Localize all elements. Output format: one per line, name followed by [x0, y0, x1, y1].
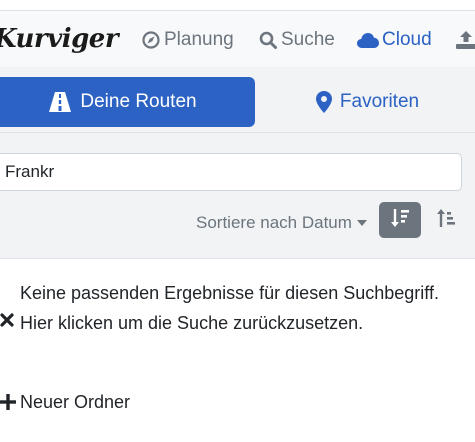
nav-planning-label: Planung — [164, 29, 234, 50]
empty-results-text: Keine passenden Ergebnisse für diesen Su… — [20, 283, 439, 333]
nav-planning[interactable]: Planung — [142, 27, 234, 53]
tab-favorites[interactable]: Favoriten — [260, 77, 475, 127]
close-icon — [0, 313, 14, 332]
route-search-input[interactable] — [0, 153, 462, 191]
route-tabs: Deine Routen Favoriten — [0, 67, 475, 133]
app-logo[interactable]: Kurviger — [0, 21, 119, 57]
nav-upload[interactable] — [455, 27, 475, 53]
cloud-icon — [356, 31, 380, 49]
new-folder-button[interactable]: Neuer Ordner — [0, 388, 130, 416]
new-folder-label: Neuer Ordner — [20, 391, 131, 412]
upload-icon — [455, 30, 475, 50]
tab-your-routes-label: Deine Routen — [80, 91, 197, 112]
sort-ascending-button[interactable] — [425, 202, 467, 238]
sort-dropdown-label: Sortiere nach Datum — [196, 213, 352, 232]
nav-search[interactable]: Suche — [259, 27, 335, 53]
sort-amount-up-icon — [436, 207, 456, 234]
top-navbar: Kurviger Planung Suche Cloud — [0, 11, 475, 67]
caret-down-icon — [356, 220, 367, 226]
nav-search-label: Suche — [281, 29, 335, 50]
compass-icon — [142, 31, 160, 49]
filter-panel: Sortiere nach Datum — [0, 133, 475, 259]
tab-your-routes[interactable]: Deine Routen — [0, 77, 255, 127]
nav-cloud-label: Cloud — [382, 29, 432, 50]
tab-favorites-label: Favoriten — [339, 91, 420, 112]
nav-cloud[interactable]: Cloud — [356, 27, 432, 53]
window-top-edge — [0, 0, 475, 11]
sort-amount-down-icon — [390, 207, 410, 234]
search-icon — [259, 31, 277, 49]
sort-descending-button[interactable] — [379, 202, 421, 238]
road-icon — [48, 92, 72, 112]
sort-dropdown[interactable]: Sortiere nach Datum — [196, 211, 367, 235]
map-marker-icon — [315, 91, 332, 113]
plus-icon — [0, 394, 16, 410]
